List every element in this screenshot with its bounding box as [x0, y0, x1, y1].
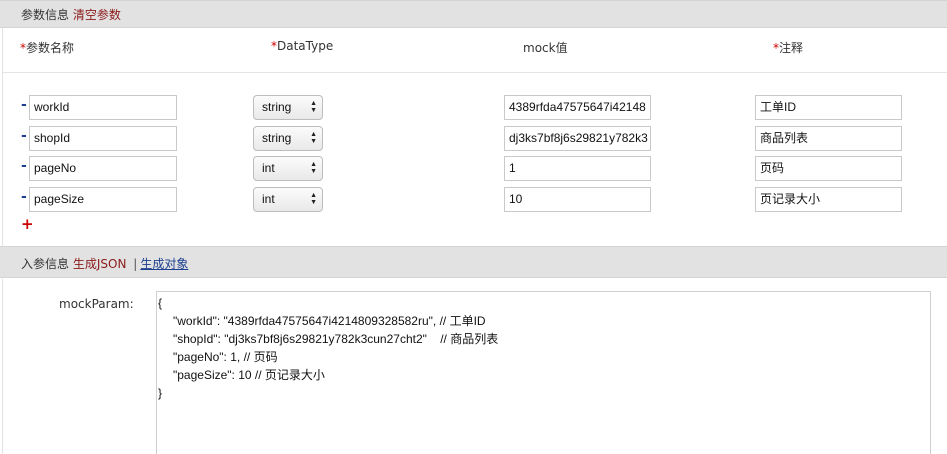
json-line: "pageNo": 1, // 页码 [173, 350, 278, 364]
param-section-header: 参数信息 清空参数 [0, 0, 947, 28]
mock-value-input[interactable]: 1 [504, 156, 651, 181]
remove-row-button[interactable]: - [21, 189, 27, 205]
select-arrows-icon: ▲ ▼ [310, 100, 317, 114]
add-row-button[interactable]: + [21, 215, 34, 233]
col-head-mock: mock值 [523, 41, 568, 55]
generate-object-link[interactable]: 生成对象 [140, 257, 188, 271]
param-name-input[interactable]: workId [29, 95, 177, 120]
header-divider [3, 72, 947, 73]
col-head-datatype: *DataType [271, 39, 334, 53]
generate-json-link[interactable]: 生成JSON [73, 257, 127, 271]
note-input[interactable]: 商品列表 [755, 126, 902, 151]
datatype-select[interactable]: string ▲ ▼ [253, 126, 323, 151]
input-section-title: 入参信息 [21, 257, 70, 271]
param-row: - pageSize int ▲ ▼ 10 页记录大小 [3, 187, 947, 213]
mock-value-input[interactable]: 10 [504, 187, 651, 212]
json-line: "shopId": "dj3ks7bf8j6s29821y782k3cun27c… [173, 332, 499, 346]
datatype-select[interactable]: int ▲ ▼ [253, 156, 323, 181]
param-name-input[interactable]: pageNo [29, 156, 177, 181]
json-line: } [158, 386, 163, 400]
select-arrows-icon: ▲ ▼ [310, 192, 317, 206]
param-row: - pageNo int ▲ ▼ 1 页码 [3, 156, 947, 182]
mock-value-input[interactable]: 4389rfda47575647i42148 [504, 95, 651, 120]
remove-row-button[interactable]: - [21, 158, 27, 174]
note-input[interactable]: 页码 [755, 156, 902, 181]
input-section-header: 入参信息 生成JSON | 生成对象 [0, 246, 947, 278]
param-table: *参数名称 *DataType mock值 *注释 - workId strin… [2, 28, 947, 246]
json-line: "pageSize": 10 // 页记录大小 [173, 368, 325, 382]
link-separator: | [133, 257, 138, 271]
json-line: "workId": "4389rfda47575647i421480932858… [173, 314, 486, 328]
json-line: { [158, 296, 163, 310]
param-row: - workId string ▲ ▼ 4389rfda47575647i42148… [3, 95, 947, 121]
param-section-title-wrap: 参数信息 清空参数 [21, 1, 121, 29]
clear-params-link[interactable]: 清空参数 [73, 8, 121, 22]
col-head-note: *注释 [773, 41, 804, 55]
param-row: - shopId string ▲ ▼ dj3ks7bf8j6s29821y782k… [3, 126, 947, 152]
mock-param-area: mockParam: { "workId": "4389rfda47575647… [2, 279, 947, 454]
datatype-select[interactable]: string ▲ ▼ [253, 95, 323, 120]
note-input[interactable]: 工单ID [755, 95, 902, 120]
remove-row-button[interactable]: - [21, 128, 27, 144]
remove-row-button[interactable]: - [21, 97, 27, 113]
select-arrows-icon: ▲ ▼ [310, 161, 317, 175]
param-section-title: 参数信息 [21, 8, 70, 22]
input-section-title-wrap: 入参信息 生成JSON | 生成对象 [21, 247, 188, 281]
datatype-select[interactable]: int ▲ ▼ [253, 187, 323, 212]
param-name-input[interactable]: shopId [29, 126, 177, 151]
param-name-input[interactable]: pageSize [29, 187, 177, 212]
col-head-name: *参数名称 [20, 41, 75, 55]
select-arrows-icon: ▲ ▼ [310, 131, 317, 145]
note-input[interactable]: 页记录大小 [755, 187, 902, 212]
mock-param-textarea[interactable]: { "workId": "4389rfda47575647i4214809328… [156, 291, 931, 454]
mock-value-input[interactable]: dj3ks7bf8j6s29821y782k3 [504, 126, 651, 151]
mock-param-label: mockParam: [59, 297, 134, 311]
